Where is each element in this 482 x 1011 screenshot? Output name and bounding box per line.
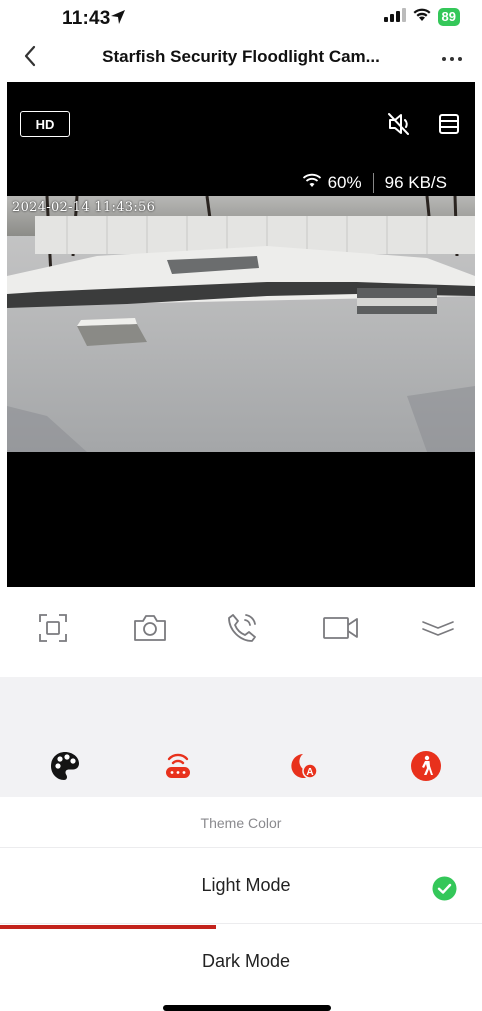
cellular-signal-icon	[383, 7, 406, 27]
talk-button[interactable]	[222, 610, 262, 650]
fullscreen-button[interactable]	[33, 610, 73, 650]
stats-divider	[372, 172, 374, 193]
camera-toolbar	[0, 600, 482, 662]
speaker-muted-icon	[385, 113, 413, 142]
back-button[interactable]	[14, 42, 46, 74]
svg-text:A: A	[306, 767, 313, 778]
record-button[interactable]	[321, 610, 361, 650]
location-arrow-icon	[110, 9, 126, 30]
bitrate-value: 96 KB/S	[384, 172, 447, 192]
video-record-icon	[321, 614, 361, 647]
option-label: Dark Mode	[201, 951, 291, 971]
feature-panel: A	[0, 677, 482, 797]
snapshot-button[interactable]	[130, 610, 170, 650]
status-bar: 11:43 89	[0, 0, 482, 34]
video-timestamp: 2024-02-14 11:43:56	[12, 200, 156, 215]
divider	[0, 847, 482, 848]
camera-feed-image: 2024-02-14 11:43:56	[7, 196, 475, 452]
phone-call-icon	[225, 611, 259, 650]
nav-bar: Starfish Security Floodlight Cam...	[0, 34, 482, 82]
divider	[0, 923, 482, 924]
live-video-player[interactable]: HD 60% 96 KB/S 2024-02-14 11:43:56	[7, 82, 475, 587]
checkmark-icon	[432, 876, 457, 901]
fullscreen-icon	[37, 612, 69, 649]
battery-indicator: 89	[437, 8, 460, 26]
option-light-mode[interactable]: Light Mode	[0, 849, 482, 923]
wifi-strength-icon	[302, 172, 322, 193]
night-mode-button[interactable]: A	[286, 750, 322, 786]
camera-icon	[132, 612, 168, 649]
wifi-strength-value: 60%	[327, 172, 362, 192]
router-button[interactable]	[160, 750, 196, 786]
status-time: 11:43	[62, 8, 111, 29]
option-label: Light Mode	[201, 875, 291, 895]
more-dots-icon	[441, 49, 463, 67]
theme-button[interactable]	[47, 750, 83, 786]
theme-color-sheet: Theme Color Light Mode Dark Mode	[0, 797, 482, 1011]
hd-quality-button[interactable]: HD	[20, 111, 70, 137]
sheet-title: Theme Color	[200, 815, 282, 831]
palette-icon	[49, 750, 81, 787]
option-dark-mode[interactable]: Dark Mode	[0, 925, 482, 999]
page-title: Starfish Security Floodlight Cam...	[102, 47, 380, 66]
mute-button[interactable]	[385, 110, 413, 138]
layout-toggle-button[interactable]	[435, 110, 463, 138]
collapse-button[interactable]	[418, 610, 458, 650]
progress-accent-line	[0, 925, 216, 929]
collapse-chevron-icon	[420, 618, 456, 643]
home-indicator[interactable]	[163, 1005, 331, 1011]
router-icon	[163, 751, 193, 786]
motion-person-icon	[410, 750, 442, 787]
more-button[interactable]	[436, 42, 468, 74]
night-mode-auto-icon: A	[288, 751, 320, 786]
split-layout-icon	[435, 114, 463, 142]
motion-detection-button[interactable]	[408, 750, 444, 786]
wifi-icon	[412, 7, 432, 27]
chevron-left-icon	[23, 45, 37, 72]
network-stats: 60% 96 KB/S	[302, 172, 447, 193]
